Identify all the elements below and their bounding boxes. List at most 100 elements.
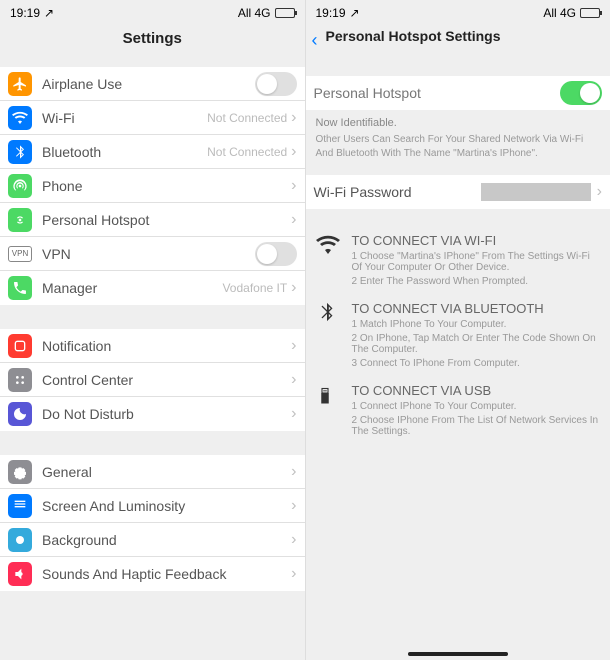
step: 2 Enter The Password When Prompted. [352,276,601,287]
wifi-icon [316,233,340,287]
label: Manager [42,280,222,296]
label: Personal Hotspot [42,212,291,228]
row-bluetooth[interactable]: Bluetooth Not Connected › [0,135,305,169]
step: 2 On IPhone, Tap Match Or Enter The Code… [352,333,601,355]
usb-icon [316,383,340,437]
status-bar: 19:19 ↗ All 4G [0,0,305,22]
header: ‹ Personal Hotspot Settings [306,22,610,58]
network: All 4G [543,6,576,20]
row-wifi-password[interactable]: Wi-Fi Password › [306,175,610,209]
info-body: Other Users Can Search For Your Shared N… [316,133,601,161]
notification-icon [8,334,32,358]
row-wifi[interactable]: Wi-Fi Not Connected › [0,101,305,135]
battery-icon [580,8,600,18]
chevron-icon: › [291,143,296,161]
page-title: Settings [0,22,305,61]
chevron-icon: › [291,371,296,389]
screen-icon [8,494,32,518]
password-value [481,183,591,201]
control-icon [8,368,32,392]
chevron-icon: › [291,177,296,195]
label: Personal Hotspot [314,85,561,101]
back-icon[interactable]: ‹ [312,30,318,51]
value: Vodafone IT [222,281,287,295]
row-background[interactable]: Background › [0,523,305,557]
row-phone[interactable]: Phone › [0,169,305,203]
chevron-icon: › [291,109,296,127]
chevron-icon: › [291,405,296,423]
airplane-toggle[interactable] [255,72,297,96]
step: 1 Connect IPhone To Your Computer. [352,401,601,412]
battery-icon [275,8,295,18]
time: 19:19 [316,6,346,20]
usb-instructions: TO CONNECT VIA USB 1 Connect IPhone To Y… [306,373,610,441]
vpn-icon: VPN [8,246,32,262]
label: Airplane Use [42,76,255,92]
wifi-icon [8,106,32,130]
label: Notification [42,338,291,354]
row-screen[interactable]: Screen And Luminosity › [0,489,305,523]
chevron-icon: › [291,497,296,515]
chevron-icon: › [291,337,296,355]
antenna-icon [8,174,32,198]
network: All 4G [238,6,271,20]
step: 1 Choose "Martina's IPhone" From The Set… [352,251,601,273]
row-vpn[interactable]: VPN VPN [0,237,305,271]
home-indicator[interactable] [306,644,610,660]
vpn-toggle[interactable] [255,242,297,266]
settings-group-3: General › Screen And Luminosity › Backgr… [0,455,305,591]
step: 1 Match IPhone To Your Computer. [352,319,601,330]
chevron-icon: › [291,531,296,549]
row-general[interactable]: General › [0,455,305,489]
chevron-icon: › [291,279,296,297]
status-bar: 19:19 ↗ All 4G [306,0,610,22]
row-sounds[interactable]: Sounds And Haptic Feedback › [0,557,305,591]
title: TO CONNECT VIA BLUETOOTH [352,301,601,316]
row-dnd[interactable]: Do Not Disturb › [0,397,305,431]
settings-group-2: Notification › Control Center › Do Not D… [0,329,305,431]
gear-icon [8,460,32,484]
hotspot-toggle[interactable] [560,81,602,105]
page-title: Personal Hotspot Settings [320,22,507,58]
row-control-center[interactable]: Control Center › [0,363,305,397]
label: Sounds And Haptic Feedback [42,566,291,582]
wifi-instructions: TO CONNECT VIA WI-FI 1 Choose "Martina's… [306,223,610,291]
label: Wi-Fi Password [314,184,481,200]
chevron-icon: › [291,565,296,583]
bluetooth-icon [316,301,340,369]
step: 3 Connect To IPhone From Computer. [352,358,601,369]
row-hotspot[interactable]: Personal Hotspot › [0,203,305,237]
settings-group-1: Airplane Use Wi-Fi Not Connected › Bluet… [0,67,305,305]
label: Screen And Luminosity [42,498,291,514]
airplane-icon [8,72,32,96]
title: TO CONNECT VIA USB [352,383,601,398]
bluetooth-icon [8,140,32,164]
chevron-icon: › [291,211,296,229]
label: Background [42,532,291,548]
hotspot-pane: 19:19 ↗ All 4G ‹ Personal Hotspot Settin… [305,0,610,660]
location-icon: ↗ [44,6,54,20]
value: Not Connected [207,145,287,159]
hotspot-info: Now Identifiable. Other Users Can Search… [306,110,610,175]
hotspot-toggle-section: Personal Hotspot [306,76,610,110]
phone-icon [8,276,32,300]
label: VPN [42,246,255,262]
location-icon: ↗ [350,6,360,20]
dnd-icon [8,402,32,426]
step: 2 Choose IPhone From The List Of Network… [352,415,601,437]
settings-pane: 19:19 ↗ All 4G Settings Airplane Use Wi-… [0,0,305,660]
row-notification[interactable]: Notification › [0,329,305,363]
bluetooth-instructions: TO CONNECT VIA BLUETOOTH 1 Match IPhone … [306,291,610,373]
info-title: Now Identifiable. [316,116,601,131]
label: General [42,464,291,480]
value: Not Connected [207,111,287,125]
label: Bluetooth [42,144,207,160]
row-airplane[interactable]: Airplane Use [0,67,305,101]
chevron-icon: › [291,463,296,481]
wifi-password-section: Wi-Fi Password › [306,175,610,209]
row-personal-hotspot[interactable]: Personal Hotspot [306,76,610,110]
label: Do Not Disturb [42,406,291,422]
row-manager[interactable]: Manager Vodafone IT › [0,271,305,305]
title: TO CONNECT VIA WI-FI [352,233,601,248]
sounds-icon [8,562,32,586]
